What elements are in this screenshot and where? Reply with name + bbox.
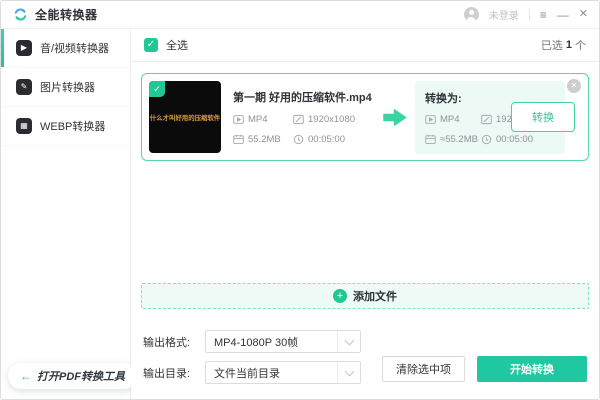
webp-converter-icon: ▦	[16, 118, 32, 134]
resolution-icon	[293, 114, 304, 125]
remove-file-icon[interactable]: ✕	[567, 79, 581, 93]
clear-selected-button[interactable]: 清除选中项	[382, 356, 465, 382]
resolution-icon	[481, 114, 492, 124]
file-checkbox[interactable]: ✓	[149, 81, 165, 97]
main-area: ✓ 全选 已选 1 个 什么才叫好用的压缩软件 ✓ 第一期 好用的压缩软件.mp…	[131, 29, 599, 399]
selected-count: 已选 1 个	[541, 37, 586, 53]
sidebar-item-webp-converter[interactable]: ▦ WEBP转换器	[1, 107, 130, 146]
target-size: ≈55.2MB	[425, 134, 481, 145]
source-format: MP4	[233, 114, 293, 125]
list-header: ✓ 全选 已选 1 个	[131, 29, 599, 62]
minimize-icon[interactable]: —	[557, 9, 569, 21]
app-logo-icon	[12, 6, 29, 23]
file-list: 什么才叫好用的压缩软件 ✓ 第一期 好用的压缩软件.mp4 MP4 1920x1…	[131, 62, 599, 317]
convert-button[interactable]: 转换	[511, 102, 575, 132]
output-dir-value: 文件当前目录	[214, 367, 280, 380]
convert-arrow-icon	[383, 108, 407, 126]
close-icon[interactable]: ✕	[579, 9, 588, 20]
sidebar-item-label: WEBP转换器	[40, 121, 106, 133]
titlebar-divider	[528, 8, 530, 21]
sidebar-item-label: 音/视频转换器	[40, 43, 110, 55]
chevron-down-icon	[337, 331, 360, 352]
selected-count-number: 1	[565, 39, 572, 51]
output-format-label: 输出格式:	[143, 336, 191, 349]
sidebar-item-av-converter[interactable]: ▶ 音/视频转换器	[1, 29, 130, 68]
target-format: MP4	[425, 114, 481, 125]
clock-icon	[481, 134, 492, 144]
sidebar-item-label: 图片转换器	[40, 82, 95, 94]
app-window: 全能转换器 未登录 ≡ — ✕ ▶ 音/视频转换器 ✎ 图片转换器 ▦ WEBP…	[0, 0, 600, 400]
target-duration: 00:05:00	[481, 134, 555, 145]
thumbnail-caption: 什么才叫好用的压缩软件	[149, 114, 221, 122]
titlebar: 全能转换器 未登录 ≡ — ✕	[1, 1, 599, 29]
open-pdf-tool-button[interactable]: ← 打开PDF转换工具	[8, 363, 137, 389]
start-convert-button[interactable]: 开始转换	[477, 356, 587, 382]
selected-count-suffix: 个	[575, 40, 586, 52]
sidebar-item-image-converter[interactable]: ✎ 图片转换器	[1, 68, 130, 107]
titlebar-controls: 未登录 ≡ — ✕	[463, 7, 588, 22]
add-files-dropzone[interactable]: + 添加文件	[141, 283, 589, 309]
chevron-down-icon	[337, 362, 360, 383]
output-format-select[interactable]: MP4-1080P 30帧	[205, 330, 361, 353]
clock-icon	[293, 134, 304, 145]
output-dir-label: 输出目录:	[143, 367, 191, 380]
source-duration: 00:05:00	[293, 134, 379, 145]
back-arrow-icon: ←	[20, 369, 32, 383]
output-format-value: MP4-1080P 30帧	[214, 336, 299, 349]
source-meta: MP4 1920x1080 55.2MB 00:05:00	[233, 114, 381, 145]
pdf-tool-label: 打开PDF转换工具	[37, 371, 125, 383]
bottom-controls: 输出格式: MP4-1080P 30帧 输出目录: 文件当前目录 清除选中项 开…	[131, 317, 599, 399]
output-format-row: 输出格式: MP4-1080P 30帧	[143, 330, 587, 353]
source-info: 第一期 好用的压缩软件.mp4 MP4 1920x1080 55.2MB 00:…	[233, 89, 381, 145]
app-title: 全能转换器	[35, 8, 98, 22]
format-icon	[425, 114, 436, 124]
file-card: 什么才叫好用的压缩软件 ✓ 第一期 好用的压缩软件.mp4 MP4 1920x1…	[141, 73, 589, 161]
add-files-label: 添加文件	[353, 291, 397, 303]
plus-icon: +	[333, 289, 347, 303]
output-dir-select[interactable]: 文件当前目录	[205, 361, 361, 384]
login-status[interactable]: 未登录	[489, 7, 519, 22]
size-icon	[425, 134, 436, 144]
file-name: 第一期 好用的压缩软件.mp4	[233, 92, 372, 104]
menu-icon[interactable]: ≡	[540, 9, 547, 21]
selected-count-prefix: 已选	[540, 40, 563, 52]
source-resolution: 1920x1080	[293, 114, 379, 125]
source-size: 55.2MB	[233, 134, 293, 145]
image-converter-icon: ✎	[16, 79, 32, 95]
select-all-label[interactable]: 全选	[166, 37, 188, 53]
video-converter-icon: ▶	[16, 40, 32, 56]
size-icon	[233, 134, 244, 144]
user-avatar-icon[interactable]	[463, 7, 479, 22]
sidebar: ▶ 音/视频转换器 ✎ 图片转换器 ▦ WEBP转换器 ← 打开PDF转换工具	[1, 29, 137, 399]
format-icon	[233, 115, 244, 124]
select-all-checkbox[interactable]: ✓	[144, 38, 158, 52]
video-thumbnail: 什么才叫好用的压缩软件 ✓	[149, 81, 221, 153]
